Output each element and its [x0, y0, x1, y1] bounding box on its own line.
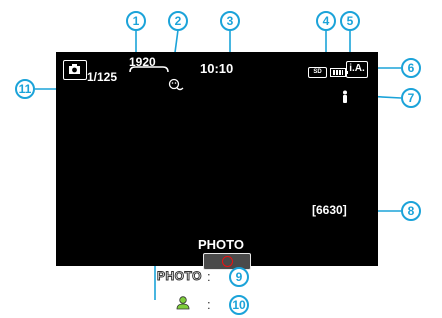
- time-display: 10:10: [200, 61, 234, 76]
- battery-icon: [330, 68, 348, 77]
- callout-7: 7: [401, 88, 421, 108]
- callout-4: 4: [316, 11, 336, 31]
- callout-2: 2: [168, 11, 188, 31]
- callout-10: 10: [229, 295, 249, 315]
- person-scene-icon: [343, 90, 347, 103]
- face-priority-icon: [168, 78, 184, 91]
- legend-colon: :: [207, 297, 211, 312]
- callout-1: 1: [126, 11, 146, 31]
- legend-colon: :: [207, 269, 211, 284]
- callout-3: 3: [220, 11, 240, 31]
- remaining-shots: [6630]: [312, 203, 347, 217]
- camera-lcd-screen: 1920 1/125 10:10 SD i.A. [6630] PHOTO: [56, 52, 378, 270]
- callout-11: 11: [15, 79, 35, 99]
- callout-5: 5: [340, 11, 360, 31]
- recording-mode-label: PHOTO: [198, 237, 244, 252]
- camera-icon: [69, 64, 80, 74]
- image-resolution: 1920: [129, 55, 156, 69]
- person-icon: [176, 296, 190, 310]
- intelligent-auto-button[interactable]: i.A.: [346, 61, 368, 78]
- callout-9: 9: [229, 267, 249, 287]
- shutter-speed: 1/125: [87, 70, 118, 84]
- callout-6: 6: [401, 58, 421, 78]
- sd-card-icon: SD: [308, 67, 327, 78]
- callout-8: 8: [401, 201, 421, 221]
- legend-photo-label: PHOTO: [157, 269, 202, 284]
- camera-mode-button[interactable]: [63, 60, 87, 80]
